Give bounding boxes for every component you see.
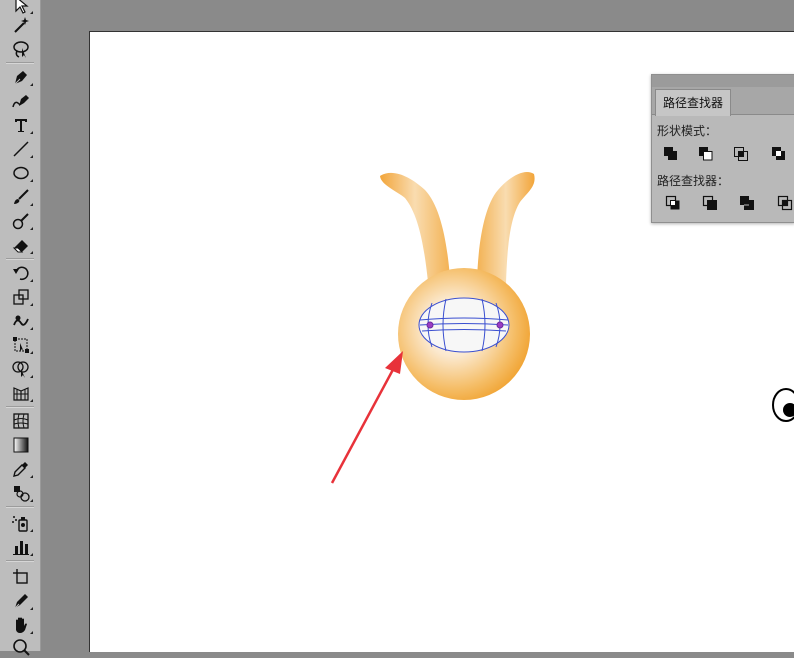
slice-tool[interactable] bbox=[8, 590, 34, 612]
magic-wand-tool[interactable] bbox=[8, 14, 34, 36]
warp-tool[interactable] bbox=[8, 310, 34, 332]
lasso-tool[interactable] bbox=[8, 38, 34, 60]
column-graph-tool[interactable] bbox=[8, 536, 34, 558]
tab-pathfinder-label: 路径查找器 bbox=[663, 96, 724, 110]
shape-builder-icon bbox=[12, 361, 29, 378]
pathfinders-label: 路径查找器： bbox=[657, 174, 730, 188]
shape-modes-label: 形状模式： bbox=[657, 124, 718, 138]
magic-wand-icon bbox=[14, 17, 29, 33]
exclude-icon bbox=[772, 147, 785, 160]
ellipse-icon bbox=[13, 166, 29, 180]
direct-selection-icon bbox=[15, 0, 29, 14]
scale-tool[interactable] bbox=[8, 286, 34, 308]
pathfinder-panel: 路径查找器 形状模式： 路径查找器： bbox=[651, 74, 794, 223]
minus-front-button[interactable] bbox=[697, 145, 715, 163]
eyedropper-tool[interactable] bbox=[8, 458, 34, 480]
panel-title-bar[interactable] bbox=[652, 75, 794, 87]
trim-button[interactable] bbox=[701, 194, 719, 212]
mesh-tool[interactable] bbox=[8, 410, 34, 432]
intersect-button[interactable] bbox=[732, 145, 750, 163]
symbol-sprayer-icon bbox=[12, 516, 28, 532]
warp-icon bbox=[13, 315, 29, 326]
divide-icon bbox=[665, 195, 680, 210]
blob-brush-icon bbox=[12, 213, 29, 230]
minus-front-icon bbox=[699, 147, 713, 161]
perspective-grid-tool[interactable] bbox=[8, 382, 34, 404]
merge-icon bbox=[740, 196, 754, 210]
line-segment-tool[interactable] bbox=[8, 138, 34, 160]
symbol-sprayer-tool[interactable] bbox=[8, 512, 34, 534]
bunny-left-ear[interactable] bbox=[380, 172, 450, 282]
artboard-icon bbox=[13, 569, 28, 584]
intersect-icon bbox=[734, 147, 748, 161]
perspective-grid-icon bbox=[13, 387, 29, 401]
hand-icon bbox=[16, 617, 27, 633]
zoom-tool[interactable] bbox=[8, 636, 34, 658]
blob-brush-tool[interactable] bbox=[8, 210, 34, 232]
blend-icon bbox=[14, 486, 30, 502]
gradient-icon bbox=[13, 437, 29, 453]
free-transform-icon bbox=[13, 337, 29, 353]
mesh-icon bbox=[13, 413, 29, 429]
scale-icon bbox=[13, 289, 29, 305]
slice-knife-icon bbox=[14, 594, 28, 609]
red-arrow-annotation bbox=[330, 351, 403, 484]
partial-eye-shape[interactable] bbox=[772, 388, 794, 422]
curvature-tool[interactable] bbox=[8, 90, 34, 112]
divide-button[interactable] bbox=[664, 194, 682, 212]
pen-nib-icon bbox=[14, 71, 27, 85]
eyedropper-icon bbox=[13, 462, 28, 477]
bunny-right-ear[interactable] bbox=[477, 171, 535, 284]
rotate-tool[interactable] bbox=[8, 262, 34, 284]
pen-tool[interactable] bbox=[8, 66, 34, 88]
type-t-icon bbox=[15, 119, 27, 132]
paintbrush-tool[interactable] bbox=[8, 186, 34, 208]
curvature-pen-icon bbox=[12, 95, 29, 108]
eraser-tool[interactable] bbox=[8, 234, 34, 256]
unite-button[interactable] bbox=[662, 145, 680, 163]
lasso-icon bbox=[13, 41, 29, 58]
gradient-mesh-selection[interactable] bbox=[418, 297, 510, 353]
column-graph-icon bbox=[13, 541, 29, 555]
artboard-tool[interactable] bbox=[8, 566, 34, 588]
crop-button[interactable] bbox=[776, 194, 794, 212]
ellipse-tool[interactable] bbox=[8, 162, 34, 184]
zoom-magnifier-icon bbox=[13, 639, 30, 656]
unite-icon bbox=[664, 147, 677, 160]
tab-pathfinder[interactable]: 路径查找器 bbox=[655, 89, 732, 116]
crop-icon bbox=[777, 195, 793, 211]
eraser-icon bbox=[12, 240, 28, 253]
tools-panel bbox=[0, 0, 41, 656]
type-tool[interactable] bbox=[8, 114, 34, 136]
gradient-tool[interactable] bbox=[8, 434, 34, 456]
trim-icon bbox=[702, 195, 717, 210]
shape-builder-tool[interactable] bbox=[8, 358, 34, 380]
exclude-button[interactable] bbox=[770, 145, 788, 163]
rotate-icon bbox=[13, 266, 29, 281]
free-transform-tool[interactable] bbox=[8, 334, 34, 356]
blend-tool[interactable] bbox=[8, 482, 34, 504]
hand-tool[interactable] bbox=[8, 614, 34, 636]
merge-button[interactable] bbox=[738, 194, 756, 212]
line-segment-icon bbox=[13, 141, 29, 157]
paintbrush-icon bbox=[14, 189, 29, 204]
